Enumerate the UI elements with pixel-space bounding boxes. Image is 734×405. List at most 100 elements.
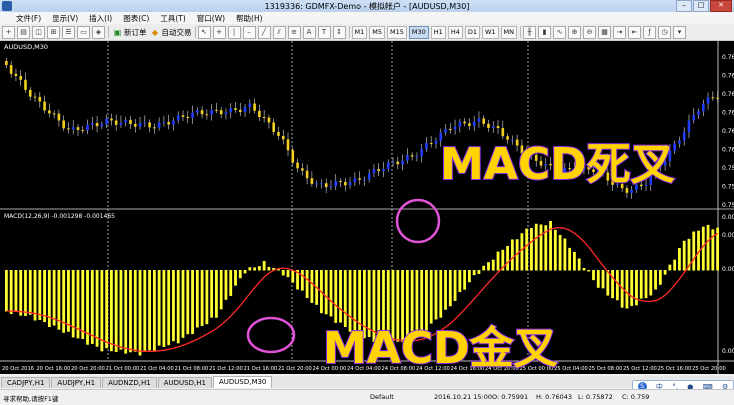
histogram-bar	[191, 270, 194, 335]
templates-icon[interactable]: ▾	[673, 25, 687, 39]
price-tick-label: 0.75	[722, 202, 734, 209]
new-order-button[interactable]: ▣ 新订单	[113, 27, 147, 38]
arrows-icon[interactable]: ↕	[332, 25, 346, 39]
tab-audusd-h1[interactable]: AUDUSD,H1	[157, 377, 212, 388]
trendline-icon[interactable]: ╱	[257, 25, 271, 39]
candle	[678, 136, 681, 148]
histogram-bar	[429, 270, 433, 324]
candle	[377, 163, 381, 177]
timeframe-mn[interactable]: MN	[500, 25, 518, 39]
crosshair-icon[interactable]: +	[212, 25, 226, 39]
histogram-bar	[592, 270, 595, 281]
autoscroll-icon[interactable]: ⇥	[613, 25, 627, 39]
histogram-bar	[453, 270, 457, 301]
vertical-line-icon[interactable]: |	[227, 25, 241, 39]
candle	[129, 115, 132, 129]
candlestick-icon[interactable]: ▮	[538, 25, 552, 39]
auto-trade-button[interactable]: ◆ 自动交易	[151, 27, 192, 38]
histogram-bar	[678, 248, 681, 271]
profiles-icon[interactable]: ▤	[17, 25, 30, 39]
candle	[110, 113, 113, 126]
tab-audnzd-h1[interactable]: AUDNZD,H1	[102, 377, 157, 388]
histogram-bar	[157, 270, 161, 346]
timeframe-m5[interactable]: M5	[369, 25, 385, 39]
text-icon[interactable]: A	[302, 25, 316, 39]
histogram-bar	[587, 270, 591, 272]
chart-window[interactable]: AUDUSD,M30 MACD(12,26,9) -0.001298 -0.00…	[0, 41, 734, 374]
histogram-bar	[596, 270, 600, 288]
timeframe-w1[interactable]: W1	[481, 25, 499, 39]
status-bar: 寻求帮助,请按F1键 Default 2016.10.21 15:00 O: 0…	[0, 389, 734, 405]
cursor-icon[interactable]: ↖	[197, 25, 211, 39]
tester-icon[interactable]: ◈	[92, 25, 105, 39]
status-profile: Default	[370, 393, 394, 401]
histogram-bar	[248, 267, 252, 271]
histogram-bar	[176, 270, 180, 344]
histogram-bar	[692, 231, 696, 271]
timeframe-m1[interactable]: M1	[351, 25, 368, 39]
menu-insert[interactable]: 插入(I)	[89, 13, 112, 24]
channel-icon[interactable]: ⫽	[272, 25, 286, 39]
tab-audusd-m30[interactable]: AUDUSD,M30	[212, 376, 273, 388]
new-chart-icon[interactable]: +	[2, 25, 15, 39]
label-icon[interactable]: T	[317, 25, 331, 39]
histogram-bar	[654, 270, 657, 290]
zoom-out-icon[interactable]: ⊖	[583, 25, 597, 39]
timeframe-h4[interactable]: H4	[447, 25, 463, 39]
menu-file[interactable]: 文件(F)	[16, 13, 41, 24]
chart-canvas[interactable]: AUDUSD,M30 MACD(12,26,9) -0.001298 -0.00…	[0, 41, 734, 374]
histogram-bar	[105, 270, 109, 349]
histogram-bar	[558, 234, 562, 271]
horizontal-line-icon[interactable]: –	[242, 25, 256, 39]
histogram-bar	[281, 270, 285, 276]
time-tick-label: 21 Oct 00:00	[106, 366, 140, 372]
histogram-bar	[444, 270, 447, 310]
timeframe-m30[interactable]: M30	[408, 25, 429, 39]
candle	[24, 72, 27, 93]
periods-icon[interactable]: ◷	[658, 25, 672, 39]
macd-axis-ticks: 0.00 0.00 0.00 0.00	[722, 214, 734, 355]
histogram-bar	[224, 270, 228, 300]
candle	[305, 164, 309, 185]
menu-tools[interactable]: 工具(T)	[160, 13, 185, 24]
histogram-bar	[658, 270, 662, 285]
golden-cross-annotation: MACD金叉	[323, 323, 558, 374]
menu-window[interactable]: 窗口(W)	[197, 13, 225, 24]
tab-cadjpy-h1[interactable]: CADJPY,H1	[1, 377, 51, 388]
terminal-icon[interactable]: ▭	[77, 25, 90, 39]
title-bar: 1319336: GDMFX-Demo - 模拟帐户 - [AUDUSD,M30…	[0, 0, 734, 12]
candle	[363, 176, 366, 186]
line-chart-icon[interactable]: ∿	[553, 25, 567, 39]
navigator-icon[interactable]: ☰	[62, 25, 75, 39]
data-window-icon[interactable]: ⊞	[47, 25, 60, 39]
timeframe-m15[interactable]: M15	[387, 25, 407, 39]
fibonacci-icon[interactable]: ≡	[287, 25, 301, 39]
menu-view[interactable]: 显示(V)	[52, 13, 78, 24]
maximize-button[interactable]: □	[693, 0, 709, 12]
bar-chart-icon[interactable]: ╫	[523, 25, 537, 39]
histogram-bar	[577, 258, 581, 271]
minimize-button[interactable]: –	[676, 0, 692, 12]
candle	[353, 172, 357, 187]
menu-charts[interactable]: 图表(C)	[123, 13, 149, 24]
menu-help[interactable]: 帮助(H)	[236, 13, 263, 24]
histogram-bar	[668, 264, 672, 271]
candle	[167, 114, 170, 130]
close-button[interactable]: ✕	[710, 0, 732, 12]
indicators-icon[interactable]: ƒ	[643, 25, 657, 39]
timeframe-h1[interactable]: H1	[430, 25, 446, 39]
histogram-bar	[682, 240, 686, 271]
histogram-bar	[114, 270, 118, 352]
zoom-in-icon[interactable]: ⊕	[568, 25, 582, 39]
chart-shift-icon[interactable]: ⇤	[628, 25, 642, 39]
histogram-bar	[477, 270, 481, 274]
market-watch-icon[interactable]: ◫	[32, 25, 45, 39]
tile-windows-icon[interactable]: ▦	[598, 25, 612, 39]
timeframe-d1[interactable]: D1	[464, 25, 480, 39]
tab-audjpy-h1[interactable]: AUDJPY,H1	[51, 377, 102, 388]
candle	[343, 177, 347, 192]
new-order-icon: ▣	[113, 27, 122, 37]
candle	[191, 105, 194, 125]
candle	[267, 114, 271, 129]
histogram-bar	[611, 270, 614, 299]
